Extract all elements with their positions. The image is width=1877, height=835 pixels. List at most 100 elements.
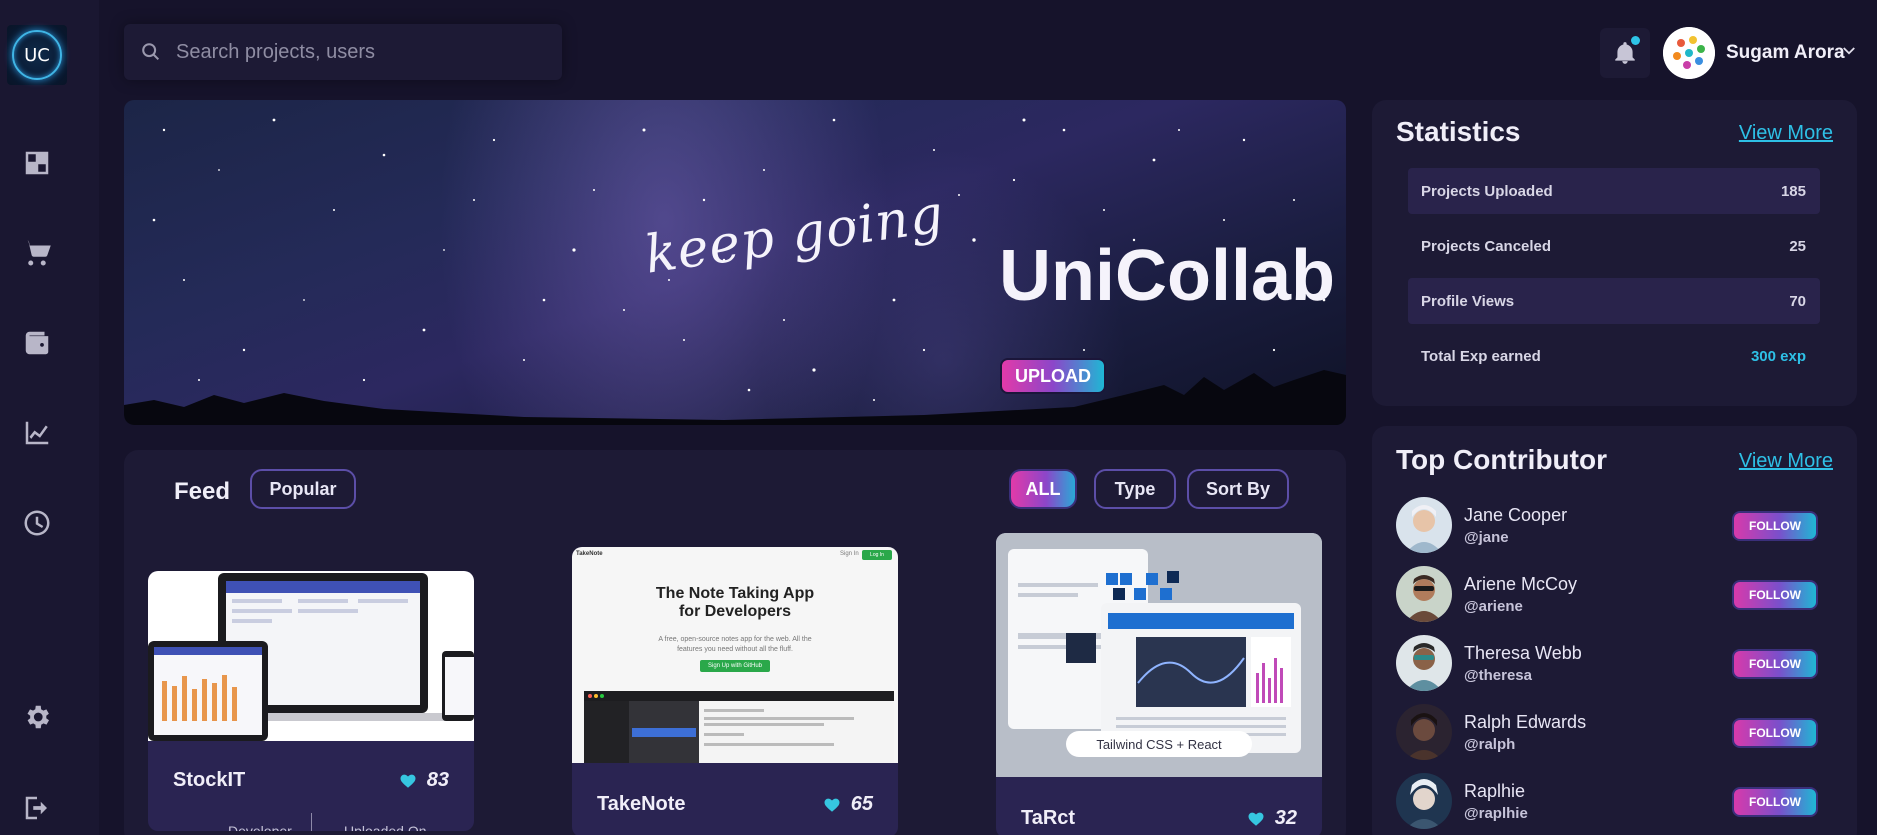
dashboard-icon[interactable] (20, 146, 54, 180)
contributor-view-more-link[interactable]: View More (1739, 450, 1833, 473)
preview-badge: Tailwind CSS + React (1096, 737, 1222, 752)
search-icon (142, 43, 160, 61)
stat-label: Projects Canceled (1421, 237, 1552, 255)
contributor-row: Ariene McCoy @ariene FOLLOW (1396, 566, 1832, 624)
card-title: TakeNote (597, 793, 686, 815)
follow-button[interactable]: FOLLOW (1732, 580, 1818, 610)
contributor-handle: @ariene (1464, 598, 1523, 615)
takenote-preview-image: TakeNote Sign In Log In The Note Taking … (572, 547, 898, 763)
contributor-name: Jane Cooper (1464, 505, 1568, 525)
filter-all-button[interactable]: ALL (1009, 469, 1077, 509)
follow-button[interactable]: FOLLOW (1732, 718, 1818, 748)
stat-label: Total Exp earned (1421, 347, 1541, 365)
card-likes[interactable]: 32 (1247, 807, 1297, 830)
statistics-panel: Statistics View More Projects Uploaded 1… (1372, 100, 1857, 406)
meta-developer: Developer (228, 823, 292, 831)
follow-button[interactable]: FOLLOW (1732, 511, 1818, 541)
popular-button[interactable]: Popular (250, 469, 356, 509)
stat-value: 185 (1780, 182, 1806, 200)
sidebar: UC (0, 0, 99, 835)
preview-subtitle: A free, open-source notes app for the we… (658, 636, 812, 653)
stockit-preview-image (148, 571, 474, 741)
app-logo[interactable]: UC (7, 25, 67, 85)
hero-banner: keep going UniCollab UPLOAD (124, 100, 1346, 425)
preview-signup: Sign Up with GitHub (700, 660, 770, 672)
filter-type-button[interactable]: Type (1094, 469, 1176, 509)
contributor-title: Top Contributor (1396, 444, 1607, 475)
contributor-handle: @theresa (1464, 667, 1532, 684)
contributor-handle: @jane (1464, 529, 1509, 546)
chart-icon[interactable] (20, 416, 54, 450)
stat-row: Total Exp earned 300 exp (1408, 333, 1820, 379)
statistics-view-more-link[interactable]: View More (1739, 122, 1833, 145)
stat-value: 300 exp (1750, 347, 1806, 365)
upload-button[interactable]: UPLOAD (1000, 358, 1106, 394)
logo-text: UC (12, 30, 62, 80)
treeline-silhouette (124, 370, 1346, 425)
contributor-row: Jane Cooper @jane FOLLOW (1396, 497, 1832, 555)
stat-label: Projects Uploaded (1421, 182, 1553, 200)
tarct-preview-image: Tailwind CSS + React (996, 533, 1322, 777)
contributor-row: Raplhie @raplhie FOLLOW (1396, 773, 1832, 831)
preview-heading-2: for Developers (678, 603, 792, 620)
contributor-handle: @raplhie (1464, 805, 1528, 822)
heart-icon (824, 798, 840, 812)
feed-title: Feed (174, 478, 231, 505)
top-contributor-panel: Top Contributor View More Jane Cooper @j… (1372, 426, 1857, 835)
preview-brand: TakeNote (576, 551, 603, 557)
heart-icon (400, 774, 416, 788)
preview-heading-1: The Note Taking App (655, 585, 815, 602)
likes-count: 32 (1274, 807, 1297, 829)
notifications-button[interactable] (1600, 28, 1650, 78)
meta-uploaded: Uploaded On (344, 823, 427, 831)
card-title: StockIT (173, 769, 246, 791)
card-title: TaRct (1021, 807, 1076, 829)
stat-value: 70 (1789, 292, 1806, 310)
contributor-name: Theresa Webb (1464, 643, 1582, 663)
heart-icon (1248, 812, 1264, 826)
statistics-title: Statistics (1396, 116, 1521, 147)
stat-label: Profile Views (1421, 292, 1515, 310)
clock-icon[interactable] (20, 506, 54, 540)
wallet-icon[interactable] (20, 326, 54, 360)
project-card[interactable]: Tailwind CSS + React TaRct 32 (996, 533, 1322, 835)
card-likes[interactable]: 65 (823, 793, 873, 816)
contributor-row: Ralph Edwards @ralph FOLLOW (1396, 704, 1832, 762)
avatar[interactable] (1396, 704, 1452, 760)
contributor-row: Theresa Webb @theresa FOLLOW (1396, 635, 1832, 693)
stat-row: Projects Uploaded 185 (1408, 168, 1820, 214)
likes-count: 83 (426, 769, 449, 791)
logout-icon[interactable] (20, 791, 54, 825)
contributor-handle: @ralph (1464, 736, 1516, 753)
avatar[interactable] (1396, 497, 1452, 553)
likes-count: 65 (850, 793, 873, 815)
preview-login: Log In (862, 550, 892, 560)
follow-button[interactable]: FOLLOW (1732, 787, 1818, 817)
chevron-down-icon[interactable] (1840, 42, 1858, 60)
follow-button[interactable]: FOLLOW (1732, 649, 1818, 679)
preview-signin: Sign In (840, 551, 859, 557)
search-bar[interactable] (124, 24, 562, 80)
user-avatar[interactable] (1663, 27, 1715, 79)
gear-icon[interactable] (20, 700, 54, 734)
avatar[interactable] (1396, 566, 1452, 622)
avatar[interactable] (1396, 635, 1452, 691)
stat-row: Profile Views 70 (1408, 278, 1820, 324)
cart-icon[interactable] (20, 236, 54, 270)
card-likes[interactable]: 83 (399, 769, 449, 792)
contributor-name: Raplhie (1464, 781, 1526, 801)
contributor-name: Ralph Edwards (1464, 712, 1587, 732)
feed-panel: Feed Popular ALL Type Sort By StockIT 83… (124, 450, 1346, 835)
sort-by-button[interactable]: Sort By (1187, 469, 1289, 509)
project-card[interactable]: TakeNote Sign In Log In The Note Taking … (572, 547, 898, 835)
user-name[interactable]: Sugam Arora (1726, 42, 1845, 64)
stat-value: 25 (1789, 237, 1806, 255)
contributor-name: Ariene McCoy (1464, 574, 1578, 594)
notification-dot (1631, 36, 1640, 45)
meta-divider (311, 813, 312, 831)
search-input[interactable] (176, 40, 546, 64)
avatar[interactable] (1396, 773, 1452, 829)
stat-row: Projects Canceled 25 (1408, 223, 1820, 269)
brand-title: UniCollab (999, 236, 1335, 316)
project-card[interactable]: StockIT 83 Developer Uploaded On (148, 571, 474, 831)
